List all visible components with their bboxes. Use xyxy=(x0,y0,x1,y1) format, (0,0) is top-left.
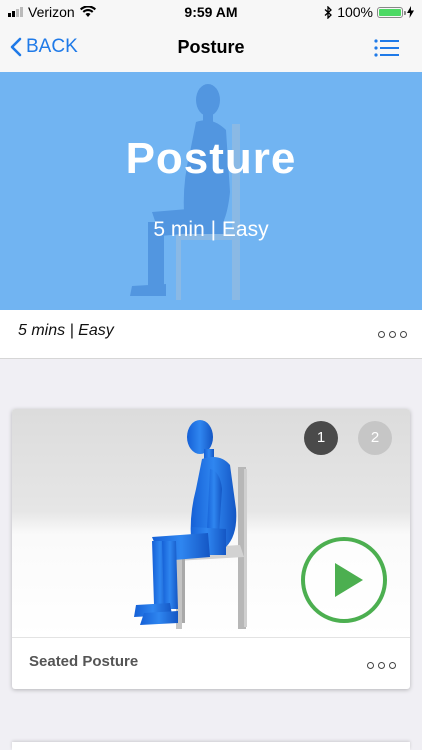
bluetooth-icon xyxy=(324,5,333,19)
chevron-left-icon xyxy=(10,37,22,57)
charging-icon xyxy=(407,6,414,18)
session-info-bar: 5 mins | Easy xyxy=(0,310,422,359)
next-card-edge xyxy=(12,742,410,750)
back-button[interactable]: BACK xyxy=(10,36,78,58)
more-dots-icon[interactable] xyxy=(367,662,396,669)
card-footer: Seated Posture xyxy=(12,637,410,689)
list-icon[interactable] xyxy=(374,38,400,58)
battery-percent: 100% xyxy=(337,4,373,20)
exercise-name: Seated Posture xyxy=(29,653,139,670)
battery-icon xyxy=(377,6,406,18)
back-label: BACK xyxy=(26,36,78,57)
hero-subtitle: 5 min | Easy xyxy=(153,218,269,241)
page-indicator-2[interactable]: 2 xyxy=(358,421,392,455)
exercise-card[interactable]: 1 2 Seated Posture xyxy=(12,409,410,689)
play-button[interactable] xyxy=(301,537,387,623)
hero-banner: Posture 5 min | Easy xyxy=(0,72,422,310)
seated-figure-image xyxy=(130,84,240,300)
more-dots-icon[interactable] xyxy=(378,331,407,338)
navigation-bar: BACK Posture xyxy=(0,24,422,73)
play-icon xyxy=(335,563,363,597)
page-indicator-1[interactable]: 1 xyxy=(304,421,338,455)
duration-difficulty-label: 5 mins | Easy xyxy=(18,322,114,339)
status-bar: Verizon 9:59 AM 100% xyxy=(0,0,422,24)
battery-level xyxy=(379,8,401,16)
exercise-preview: 1 2 xyxy=(12,409,410,637)
hero-title: Posture xyxy=(125,134,297,183)
status-right: 100% xyxy=(324,4,414,20)
